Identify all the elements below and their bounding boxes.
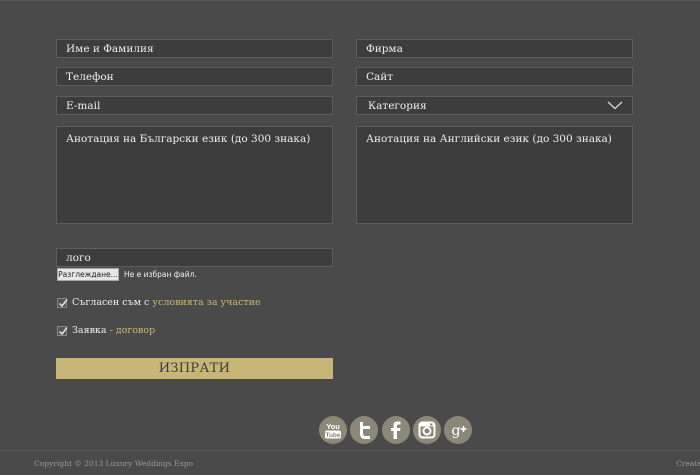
facebook-icon[interactable]: [382, 416, 410, 444]
submit-button[interactable]: ИЗПРАТИ: [56, 358, 333, 379]
email-field[interactable]: E-mail: [56, 96, 333, 115]
svg-text:Tube: Tube: [325, 432, 340, 439]
annotation-bg-placeholder: Анотация на Български език (до 300 знака…: [66, 133, 311, 145]
website-placeholder: Сайт: [366, 71, 394, 83]
name-placeholder: Име и Фамилия: [66, 43, 154, 55]
website-field[interactable]: Сайт: [356, 67, 633, 86]
category-select[interactable]: Категория: [356, 96, 633, 115]
google-plus-icon[interactable]: g: [444, 416, 472, 444]
company-field[interactable]: Фирма: [356, 39, 633, 58]
file-status-text: Не е избран файл.: [124, 270, 197, 279]
logo-field: лого: [56, 248, 333, 267]
application-text: Заявка: [72, 325, 110, 336]
agree-text: Съгласен съм с: [72, 297, 153, 308]
email-placeholder: E-mail: [66, 100, 101, 112]
checkmark-icon: [58, 327, 68, 336]
phone-field[interactable]: Телефон: [56, 67, 333, 86]
annotation-bg-textarea[interactable]: Анотация на Български език (до 300 знака…: [56, 126, 333, 224]
contract-link[interactable]: - договор: [110, 325, 156, 336]
agree-terms-label: Съгласен съм с условията за участие: [72, 297, 261, 308]
company-placeholder: Фирма: [366, 43, 403, 55]
copyright-text: Copyright © 2013 Luxury Weddings Expo: [34, 459, 194, 468]
annotation-en-textarea[interactable]: Анотация на Английски език (до 300 знака…: [356, 126, 633, 224]
application-label: Заявка - договор: [72, 325, 155, 336]
twitter-icon[interactable]: [350, 416, 378, 444]
name-field[interactable]: Име и Фамилия: [56, 39, 333, 58]
svg-text:You: You: [326, 422, 340, 431]
youtube-icon[interactable]: You Tube: [319, 416, 347, 444]
svg-text:g: g: [452, 423, 461, 439]
annotation-en-placeholder: Анотация на Английски език (до 300 знака…: [366, 133, 612, 145]
created-by-text: Created: [676, 459, 700, 468]
agree-terms-checkbox[interactable]: [57, 298, 68, 308]
category-label: Категория: [368, 100, 427, 112]
checkmark-icon: [58, 299, 68, 308]
instagram-icon[interactable]: [413, 416, 441, 444]
application-checkbox[interactable]: [57, 326, 68, 336]
terms-link[interactable]: условията за участие: [152, 297, 260, 308]
top-divider: [0, 0, 700, 1]
phone-placeholder: Телефон: [66, 71, 114, 83]
chevron-down-icon: [607, 101, 623, 110]
footer-divider: [0, 450, 700, 451]
logo-label: лого: [66, 252, 91, 264]
browse-file-button[interactable]: Разглеждане...: [57, 268, 119, 281]
